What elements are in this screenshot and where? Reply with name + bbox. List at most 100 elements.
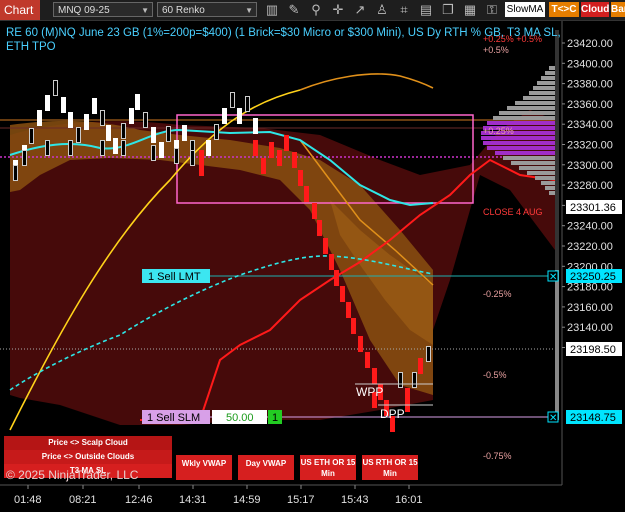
scrollbar-thumb[interactable] bbox=[555, 270, 559, 420]
magnifier-icon[interactable]: ⚲ bbox=[308, 2, 324, 18]
price-tick-label: 23300.00 bbox=[567, 160, 613, 172]
up-brick bbox=[237, 108, 242, 124]
hollow-brick bbox=[426, 346, 431, 362]
time-tick-label: 12:46 bbox=[125, 494, 153, 506]
time-tick-label: 15:17 bbox=[287, 494, 315, 506]
sell-slm-price-value: 23148.75 bbox=[570, 412, 616, 424]
close-icon: ✕ bbox=[549, 272, 557, 283]
crosshair-icon[interactable]: ✛ bbox=[330, 2, 346, 18]
price-tick-label: 23280.00 bbox=[567, 180, 613, 192]
day-vwap-button[interactable]: Day VWAP bbox=[238, 455, 294, 480]
price-axis[interactable]: 23420.00 23400.00 23380.00 23360.00 23340.00… bbox=[562, 38, 613, 355]
tpo-row bbox=[541, 76, 555, 80]
outside-clouds-button[interactable]: Price <> Outside Clouds bbox=[4, 450, 172, 464]
tpo-row bbox=[533, 86, 555, 90]
price-tick-label: 23140.00 bbox=[567, 322, 613, 334]
chevron-down-icon: ▼ bbox=[141, 6, 149, 15]
price-tick-label: 23420.00 bbox=[567, 38, 613, 50]
tpo-row bbox=[523, 96, 555, 100]
pct-minus-075: -0.75% bbox=[483, 451, 512, 461]
scalp-cloud-button[interactable]: Price <> Scalp Cloud bbox=[4, 436, 172, 450]
time-tick-label: 14:31 bbox=[179, 494, 207, 506]
up-brick bbox=[222, 108, 227, 124]
time-tick-label: 08:21 bbox=[69, 494, 97, 506]
bar-type-selector[interactable]: 60 Renko ▼ bbox=[157, 2, 257, 17]
cloud-button[interactable]: Cloud bbox=[581, 2, 609, 17]
up-brick bbox=[135, 94, 140, 110]
tpo-row bbox=[487, 146, 555, 150]
properties-icon[interactable]: ▦ bbox=[462, 2, 478, 18]
hollow-brick bbox=[230, 92, 235, 108]
tpo-row bbox=[483, 141, 555, 145]
us-eth-or-button[interactable]: US ETH OR 15 Min bbox=[300, 455, 356, 480]
copyright-text: © 2025 NinjaTrader, LLC bbox=[6, 468, 139, 482]
time-tick-label: 16:01 bbox=[395, 494, 423, 506]
wkly-vwap-button[interactable]: Wkly VWAP bbox=[176, 455, 232, 480]
indicators-icon[interactable]: ↗ bbox=[352, 2, 368, 18]
down-brick bbox=[365, 352, 370, 368]
bar-chart-icon[interactable]: ▥ bbox=[264, 2, 280, 18]
hollow-brick bbox=[166, 126, 171, 142]
price-tick-label: 23380.00 bbox=[567, 79, 613, 91]
up-brick bbox=[159, 142, 164, 158]
tpo-row bbox=[519, 166, 555, 170]
hollow-brick bbox=[245, 96, 250, 112]
chart-toolbar: Chart MNQ 09-25 ▼ 60 Renko ▼ ▥ ✎ ⚲ ✛ ↗ ♙ ⌗… bbox=[0, 0, 625, 21]
price-tick-label: 23220.00 bbox=[567, 241, 613, 253]
hollow-brick bbox=[53, 80, 58, 96]
down-brick bbox=[261, 158, 266, 174]
down-brick bbox=[346, 302, 351, 318]
tpo-row bbox=[507, 106, 555, 110]
down-brick bbox=[372, 368, 377, 384]
hollow-brick bbox=[143, 112, 148, 128]
strategy-icon[interactable]: ♙ bbox=[374, 2, 390, 18]
tpo-row bbox=[537, 81, 555, 85]
tpo-row bbox=[481, 136, 555, 140]
chart-tab[interactable]: Chart bbox=[0, 0, 40, 20]
lock-icon[interactable]: ⚿ bbox=[484, 2, 500, 18]
hollow-brick bbox=[121, 140, 126, 156]
tpo-row bbox=[487, 121, 555, 125]
hollow-brick bbox=[412, 372, 417, 388]
tpo-row bbox=[545, 71, 555, 75]
pencil-icon[interactable]: ✎ bbox=[286, 2, 302, 18]
slm-value: 50.00 bbox=[226, 412, 254, 424]
bar-button[interactable]: Bar bbox=[611, 2, 625, 17]
sell-lmt-label: 1 Sell LMT bbox=[148, 271, 201, 283]
tc-button[interactable]: T<>C bbox=[549, 2, 579, 17]
instrument-selector[interactable]: MNQ 09-25 ▼ bbox=[53, 2, 153, 17]
down-brick bbox=[340, 286, 345, 302]
time-tick-label: 14:59 bbox=[233, 494, 261, 506]
templates-icon[interactable]: ▤ bbox=[418, 2, 434, 18]
tpo-row bbox=[499, 111, 555, 115]
up-brick bbox=[92, 98, 97, 114]
close-icon: ✕ bbox=[549, 413, 557, 424]
down-brick bbox=[253, 140, 258, 156]
hollow-brick bbox=[190, 150, 195, 166]
tpo-row bbox=[515, 101, 555, 105]
up-brick bbox=[61, 97, 66, 113]
up-brick bbox=[106, 125, 111, 141]
price-tick-label: 23340.00 bbox=[567, 119, 613, 131]
up-brick bbox=[37, 110, 42, 126]
tpo-row bbox=[511, 161, 555, 165]
up-brick bbox=[206, 140, 211, 156]
hollow-brick bbox=[121, 123, 126, 139]
close-label: CLOSE 4 AUG bbox=[483, 207, 543, 217]
slow-ma-button[interactable]: SlowMA bbox=[505, 2, 545, 17]
price-tick-label: 23360.00 bbox=[567, 99, 613, 111]
drawing-tools-icon[interactable]: ⌗ bbox=[396, 2, 412, 18]
up-brick bbox=[68, 112, 73, 128]
pct-plus-025: +0.25% bbox=[483, 126, 514, 136]
hollow-brick bbox=[151, 145, 156, 161]
up-brick bbox=[45, 95, 50, 111]
time-axis[interactable]: 01:48 08:21 12:46 14:31 14:59 15:17 15:43 16:01 bbox=[14, 485, 423, 506]
copy-icon[interactable]: ❐ bbox=[440, 2, 456, 18]
tpo-row bbox=[545, 186, 555, 190]
down-brick bbox=[334, 270, 339, 286]
pct-minus-05: -0.5% bbox=[483, 370, 507, 380]
hollow-brick bbox=[398, 372, 403, 388]
us-rth-or-button[interactable]: US RTH OR 15 Min bbox=[362, 455, 418, 480]
hollow-brick bbox=[100, 140, 105, 156]
tpo-row bbox=[535, 176, 555, 180]
